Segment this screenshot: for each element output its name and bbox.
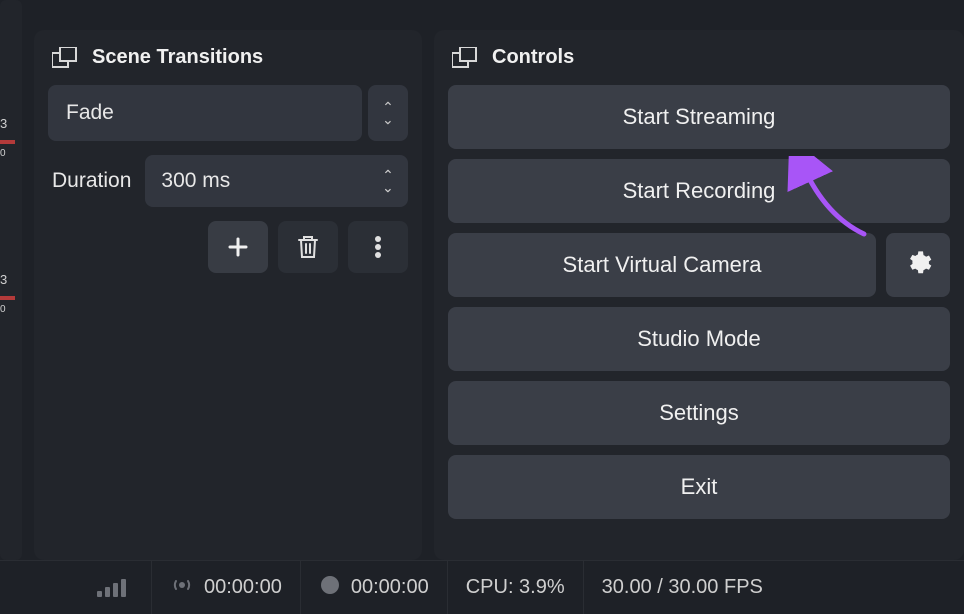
chevron-down-icon: ⌃ — [382, 181, 394, 193]
transition-stepper[interactable]: ⌃ ⌃ — [368, 85, 408, 141]
button-label: Start Virtual Camera — [563, 252, 762, 278]
record-icon — [319, 574, 341, 602]
button-label: Start Recording — [623, 178, 776, 204]
button-label: Exit — [681, 474, 718, 500]
exit-button[interactable]: Exit — [448, 455, 950, 519]
transition-options-button[interactable] — [348, 221, 408, 273]
edge-mark: 3 — [0, 116, 7, 131]
edge-mark: 3 — [0, 272, 7, 287]
chevron-down-icon: ⌃ — [382, 113, 394, 125]
button-label: Start Streaming — [623, 104, 776, 130]
studio-mode-button[interactable]: Studio Mode — [448, 307, 950, 371]
edge-mark: 0 — [0, 304, 6, 315]
edge-red-bar — [0, 140, 15, 144]
button-label: Settings — [659, 400, 739, 426]
signal-bars-icon — [97, 579, 126, 597]
virtual-camera-settings-button[interactable] — [886, 233, 950, 297]
transition-select[interactable]: Fade — [48, 85, 362, 141]
cpu-status: CPU: 3.9% — [448, 561, 584, 614]
duration-value: 300 ms — [145, 155, 368, 207]
button-label: Studio Mode — [637, 326, 761, 352]
controls-panel: Controls Start Streaming Start Recording… — [434, 30, 964, 560]
panel-title: Controls — [492, 46, 574, 69]
edge-mark: 0 — [0, 148, 6, 159]
start-streaming-button[interactable]: Start Streaming — [448, 85, 950, 149]
start-recording-button[interactable]: Start Recording — [448, 159, 950, 223]
cpu-text: CPU: 3.9% — [466, 576, 565, 599]
duration-stepper[interactable]: ⌃ ⌃ — [368, 155, 408, 207]
network-status — [72, 561, 152, 614]
add-transition-button[interactable] — [208, 221, 268, 273]
gear-icon — [904, 249, 932, 282]
fps-text: 30.00 / 30.00 FPS — [602, 576, 763, 599]
duration-input[interactable]: 300 ms ⌃ ⌃ — [145, 155, 408, 207]
stream-time: 00:00:00 — [204, 576, 282, 599]
stream-status: 00:00:00 — [152, 561, 301, 614]
dock-popout-icon[interactable] — [52, 47, 78, 69]
delete-transition-button[interactable] — [278, 221, 338, 273]
record-status: 00:00:00 — [301, 561, 448, 614]
panel-header: Scene Transitions — [34, 30, 422, 85]
dock-popout-icon[interactable] — [452, 47, 478, 69]
status-spacer — [0, 561, 72, 614]
start-virtual-camera-button[interactable]: Start Virtual Camera — [448, 233, 876, 297]
scene-transitions-panel: Scene Transitions Fade ⌃ ⌃ Duration 300 … — [34, 30, 422, 560]
left-edge-panel: 3 0 3 0 — [0, 0, 22, 560]
settings-button[interactable]: Settings — [448, 381, 950, 445]
panel-header: Controls — [434, 30, 964, 85]
broadcast-icon — [170, 573, 194, 603]
transition-selected-value: Fade — [66, 101, 114, 125]
panel-title: Scene Transitions — [92, 46, 263, 69]
edge-red-bar — [0, 296, 15, 300]
fps-status: 30.00 / 30.00 FPS — [584, 561, 781, 614]
duration-label: Duration — [48, 169, 131, 193]
status-bar: 00:00:00 00:00:00 CPU: 3.9% 30.00 / 30.0… — [0, 560, 964, 614]
record-time: 00:00:00 — [351, 576, 429, 599]
